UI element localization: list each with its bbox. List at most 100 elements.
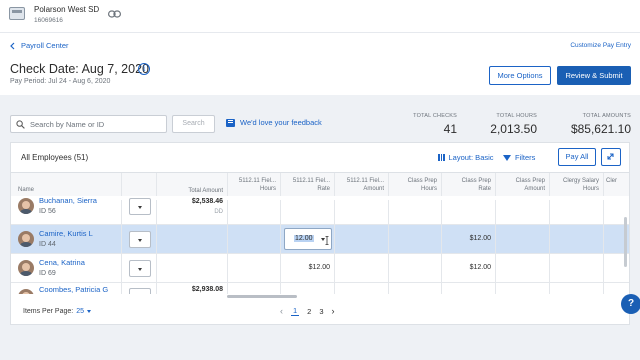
column-header-line: Hours (259, 186, 276, 192)
text-cursor-icon (325, 236, 329, 245)
table-row[interactable]: Buchanan, Sierra ID 56 $2,538.46 DD (11, 196, 629, 225)
column-header-line: Cler (606, 178, 618, 184)
column-header-line: Amount (524, 186, 545, 192)
avatar (18, 260, 34, 276)
feedback-link[interactable]: We'd love your feedback (226, 118, 322, 127)
chevron-right-icon[interactable]: › (332, 306, 335, 316)
table-row[interactable]: Cena, Katrina ID 69 $12.00 $12.00 (11, 254, 629, 283)
row-actions-dropdown[interactable] (129, 288, 151, 294)
feedback-label: We'd love your feedback (240, 118, 322, 127)
column-divider (603, 200, 604, 294)
pagination: ‹ 1 2 3 › (280, 306, 335, 316)
page-1[interactable]: 1 (291, 306, 300, 316)
column-header-line: 5112.11 Fiel... (346, 178, 384, 184)
column-header-line: 5112.11 Fiel... (292, 178, 330, 184)
avatar (18, 289, 34, 294)
employee-grid: Name Total Amount 5112.11 Fiel... Hours 5… (11, 172, 629, 294)
row-actions-dropdown[interactable] (129, 198, 151, 215)
columns-icon (438, 154, 445, 161)
total-checks-value: 41 (443, 122, 457, 136)
rate-input-value: 12.00 (294, 235, 314, 242)
total-checks-label: TOTAL CHECKS (413, 113, 457, 119)
employee-name-link[interactable]: Coombes, Patricia G (39, 285, 108, 294)
chat-icon (226, 118, 235, 127)
org-name: Polarson West SD (34, 5, 100, 14)
avatar (18, 198, 34, 214)
total-hours: TOTAL HOURS 2,013.50 (470, 113, 537, 136)
employee-name-link[interactable]: Buchanan, Sierra (39, 196, 97, 205)
chevron-left-icon[interactable]: ‹ (280, 306, 283, 316)
field-rate-cell[interactable]: $12.00 (280, 264, 330, 271)
page-3[interactable]: 3 (319, 307, 323, 316)
row-actions-dropdown[interactable] (129, 231, 151, 248)
column-header-line: Hours (582, 186, 599, 192)
search-placeholder: Search by Name or ID (30, 120, 105, 129)
column-header-line: Amount (363, 186, 384, 192)
column-divider (227, 200, 228, 294)
column-divider (280, 200, 281, 294)
horizontal-scrollbar[interactable] (227, 295, 297, 298)
class-prep-rate-cell[interactable]: $12.00 (441, 264, 491, 271)
vertical-scrollbar[interactable] (624, 217, 627, 267)
page-title: Check Date: Aug 7, 2020 (10, 62, 149, 76)
org-id: 16069616 (34, 17, 63, 24)
search-button[interactable]: Search (172, 115, 215, 133)
total-amount-cell: $2,538.46 (191, 198, 223, 205)
employee-name-link[interactable]: Cena, Katrina (39, 258, 85, 267)
org-bar: Polarson West SD 16069616 (0, 0, 640, 33)
rate-input[interactable]: 12.00 (284, 228, 332, 250)
table-row[interactable]: Coombes, Patricia G $2,938.08 (11, 283, 629, 294)
pay-all-button[interactable]: Pay All (558, 148, 596, 166)
employees-card: All Employees (51) Layout: Basic Filters… (10, 142, 630, 325)
total-amounts: TOTAL AMOUNTS $85,621.10 (550, 113, 631, 136)
filter-icon (503, 154, 511, 161)
page-2[interactable]: 2 (307, 307, 311, 316)
customize-pay-entry-link[interactable]: Customize Pay Entry (570, 42, 631, 49)
column-divider (388, 200, 389, 294)
total-hours-label: TOTAL HOURS (496, 113, 537, 119)
avatar (18, 231, 34, 247)
pay-period: Pay Period: Jul 24 - Aug 6, 2020 (10, 78, 111, 85)
total-amounts-label: TOTAL AMOUNTS (582, 113, 631, 119)
items-per-page-label: Items Per Page: (23, 308, 74, 315)
column-header-line: Rate (317, 186, 330, 192)
column-divider (549, 200, 550, 294)
table-row-selected[interactable]: Camire, Kurtis L ID 44 12.00 $12.00 (11, 225, 629, 254)
total-amount-cell: $2,938.08 (191, 286, 223, 293)
column-header-line: Clergy Salary (562, 178, 599, 184)
column-divider (441, 200, 442, 294)
employee-id: ID 69 (39, 270, 56, 277)
column-divider (495, 200, 496, 294)
column-divider (121, 200, 122, 294)
review-submit-button[interactable]: Review & Submit (557, 66, 631, 85)
total-amounts-value: $85,621.10 (570, 122, 631, 136)
expand-icon (607, 153, 614, 160)
layout-selector[interactable]: Layout: Basic (438, 153, 494, 162)
layout-label: Layout: Basic (448, 153, 494, 162)
info-icon[interactable]: i (138, 63, 150, 75)
column-divider (334, 200, 335, 294)
column-header-line: Rate (478, 186, 491, 192)
column-header-line: Class Prep (461, 178, 491, 184)
more-options-button[interactable]: More Options (489, 66, 551, 85)
class-prep-rate-cell[interactable]: $12.00 (441, 235, 491, 242)
items-per-page-value[interactable]: 25 (76, 308, 84, 315)
back-to-payroll-center-link[interactable]: Payroll Center (10, 41, 69, 50)
employee-id: ID 44 (39, 241, 56, 248)
filters-button[interactable]: Filters (503, 153, 535, 162)
link-icon[interactable] (108, 10, 121, 18)
column-header-line: 5112.11 Fiel... (238, 178, 276, 184)
chevron-left-icon (10, 42, 15, 49)
column-header-line: Class Prep (407, 178, 437, 184)
direct-deposit-tag: DD (214, 209, 223, 215)
expand-button[interactable] (601, 148, 621, 166)
column-divider (156, 200, 157, 294)
column-header-line: Class Prep (515, 178, 545, 184)
column-header-name[interactable]: Name (18, 187, 34, 193)
row-actions-dropdown[interactable] (129, 260, 151, 277)
items-per-page[interactable]: Items Per Page: 25 (23, 308, 91, 315)
help-button[interactable]: ? (621, 294, 640, 314)
chevron-down-icon[interactable] (87, 309, 91, 313)
search-input[interactable]: Search by Name or ID (10, 115, 167, 133)
employee-name-link[interactable]: Camire, Kurtis L (39, 229, 93, 238)
